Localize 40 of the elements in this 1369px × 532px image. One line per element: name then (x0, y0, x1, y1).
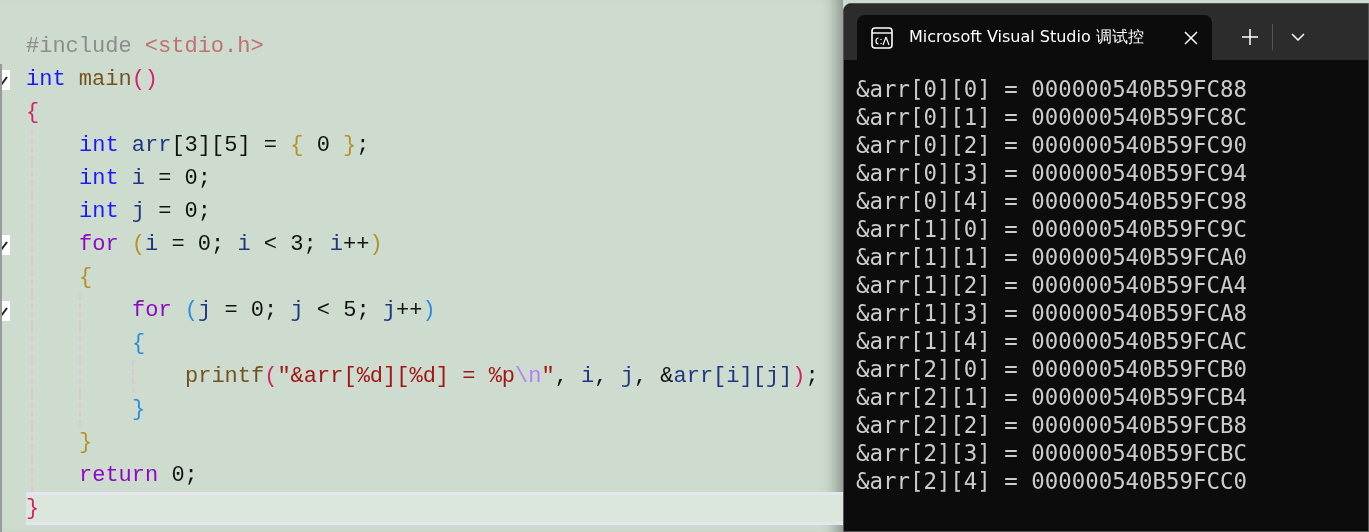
new-tab-icon[interactable] (1242, 29, 1258, 45)
output-line: &arr[1][0] = 000000540B59FC9C (856, 215, 1248, 243)
close-icon[interactable] (1184, 30, 1198, 45)
tab-title: Microsoft Visual Studio 调试控 (909, 27, 1145, 48)
code-line: { (79, 265, 93, 290)
output-line: &arr[0][0] = 000000540B59FC88 (856, 75, 1248, 103)
code-line: int main() (26, 67, 159, 92)
code-line: return 0; (79, 463, 198, 488)
code-line: { (132, 331, 146, 356)
code-editor[interactable]: #include <stdio.h> int main() { int arr[3][5] = { 0 }; int i = 0; int j = 0; for (i = 0; i < 3; i++) { for (j = 0; j < 5; j++) { printf("&arr[%d][%d] = %p\n", i, j, &arr[i][j]); } } return 0; } (0, 0, 843, 532)
code-line: } (132, 397, 146, 422)
output-line: &arr[2][3] = 000000540B59FCBC (856, 439, 1248, 467)
output-line: &arr[2][2] = 000000540B59FCB8 (856, 411, 1248, 439)
code-line: for (j = 0; j < 5; j++) (132, 298, 436, 323)
fold-marker-icon[interactable] (0, 234, 10, 255)
output-line: &arr[0][2] = 000000540B59FC90 (856, 131, 1248, 159)
terminal-tab[interactable]: Microsoft Visual Studio 调试控 (857, 15, 1212, 60)
code-line: int i = 0; (79, 166, 212, 191)
code-line: int j = 0; (79, 199, 212, 224)
output-line: &arr[1][2] = 000000540B59FCA4 (856, 271, 1248, 299)
output-line: &arr[1][3] = 000000540B59FCA8 (856, 299, 1248, 327)
code-line: printf("&arr[%d][%d] = %p\n", i, j, &arr[i][j]); (185, 364, 819, 389)
output-line: &arr[0][3] = 000000540B59FC94 (856, 159, 1248, 187)
code-line: for (i = 0; i < 3; i++) (79, 232, 383, 257)
code-line: #include <stdio.h> (26, 34, 264, 59)
fold-marker-icon[interactable] (0, 300, 10, 321)
output-line: &arr[2][0] = 000000540B59FCB0 (856, 355, 1248, 383)
output-line: &arr[0][4] = 000000540B59FC98 (856, 187, 1248, 215)
code-line: { (26, 100, 40, 125)
chevron-down-icon[interactable] (1291, 33, 1305, 41)
terminal-icon (871, 26, 893, 49)
fold-marker-icon[interactable] (0, 69, 10, 90)
code-line: } (79, 430, 93, 455)
output-line: &arr[0][1] = 000000540B59FC8C (856, 103, 1248, 131)
output-line: &arr[1][4] = 000000540B59FCAC (856, 327, 1248, 355)
output-line: &arr[2][4] = 000000540B59FCC0 (856, 467, 1248, 495)
output-line: &arr[1][1] = 000000540B59FCA0 (856, 243, 1248, 271)
code-line: int arr[3][5] = { 0 }; (79, 133, 370, 158)
code-line: } (26, 496, 40, 521)
output-line: &arr[2][1] = 000000540B59FCB4 (856, 383, 1248, 411)
